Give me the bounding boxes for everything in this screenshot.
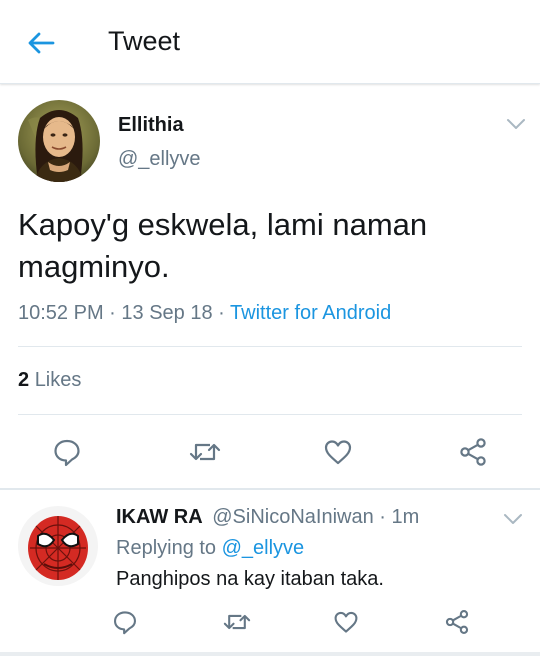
chevron-down-icon	[504, 514, 522, 524]
reply-author-avatar[interactable]	[18, 506, 98, 586]
replying-to-mention[interactable]: @_ellyve	[222, 537, 305, 559]
reply-menu-button[interactable]	[500, 508, 526, 530]
like-button[interactable]	[318, 432, 358, 472]
app-header: Tweet	[0, 0, 540, 84]
section-separator	[0, 488, 540, 490]
reply-icon	[54, 439, 80, 467]
retweet-button[interactable]	[185, 432, 225, 472]
reply-text: Panghipos na kay itaban taka.	[116, 568, 384, 590]
like-icon	[334, 611, 358, 633]
reply-button[interactable]	[47, 432, 87, 472]
meta-separator: ·	[103, 302, 122, 324]
reply-separator: ·	[373, 506, 392, 528]
share-icon	[445, 610, 469, 634]
reply-header: IKAW RA @SiNicoNaIniwan · 1m	[116, 506, 419, 529]
author-name[interactable]: Ellithia	[118, 114, 184, 137]
share-button[interactable]	[453, 432, 493, 472]
tweet-time: 10:52 PM	[18, 302, 104, 324]
replying-to-label: Replying to	[116, 537, 217, 559]
divider	[18, 414, 522, 415]
likes-label: Likes	[34, 369, 82, 391]
tweet-menu-button[interactable]	[502, 112, 530, 136]
bottom-edge	[0, 652, 540, 656]
divider	[18, 346, 522, 347]
reply-retweet-button[interactable]	[219, 604, 255, 640]
likes-number: 2	[18, 369, 30, 391]
tweet-text: Kapoy'g eskwela, lami naman magminyo.	[18, 207, 428, 284]
page-title: Tweet	[108, 26, 181, 56]
meta-separator: ·	[212, 302, 231, 324]
replying-to-line: Replying to @_ellyve	[116, 537, 304, 560]
retweet-icon	[223, 614, 251, 630]
share-icon	[460, 438, 486, 466]
likes-count[interactable]: 2 Likes	[18, 369, 81, 392]
arrow-left-icon	[28, 32, 55, 54]
author-avatar[interactable]	[18, 100, 100, 182]
retweet-icon	[189, 443, 221, 461]
chevron-down-icon	[507, 119, 525, 129]
reply-time: 1m	[391, 506, 420, 528]
reply-like-button[interactable]	[328, 604, 364, 640]
reply-reply-button[interactable]	[107, 604, 143, 640]
tweet-date: 13 Sep 18	[121, 302, 213, 324]
tweet-source-link[interactable]: Twitter for Android	[230, 302, 391, 324]
tweet-metadata: 10:52 PM · 13 Sep 18 · Twitter for Andro…	[18, 302, 391, 325]
back-button[interactable]	[24, 26, 58, 60]
reply-icon	[113, 611, 137, 635]
reply-share-button[interactable]	[439, 604, 475, 640]
reply-author-name[interactable]: IKAW RA	[116, 506, 203, 528]
author-handle[interactable]: @_ellyve	[118, 148, 201, 171]
like-icon	[324, 440, 352, 465]
reply-author-handle[interactable]: @SiNicoNaIniwan	[212, 506, 373, 528]
